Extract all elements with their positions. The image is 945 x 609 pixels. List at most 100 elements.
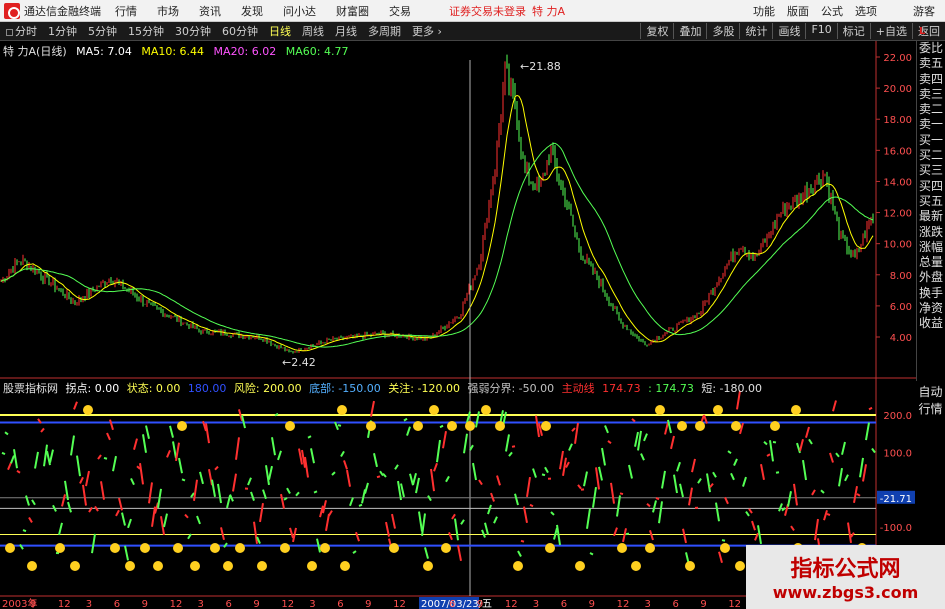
side-tab-1[interactable]: 卖五 xyxy=(917,56,945,71)
kline-chart[interactable]: 22.00 20.00 18.00 16.00 14.00 12.00 10.00 8.00 6… xyxy=(0,0,945,609)
side-tab-18[interactable]: 收益 xyxy=(917,316,945,331)
indicator-legend: 股票指标网 拐点: 0.00 状态: 0.00 180.00 风险: 200.0… xyxy=(3,380,766,396)
side-tab-5[interactable]: 卖一 xyxy=(917,117,945,132)
side-tab-2[interactable]: 卖四 xyxy=(917,72,945,87)
bottom-signal-dot xyxy=(320,543,330,553)
time-axis-label: 6 xyxy=(114,599,120,609)
side-tab-15[interactable]: 外盘 xyxy=(917,270,945,285)
ma60-line xyxy=(0,142,874,348)
oscillator-segment xyxy=(220,527,225,541)
bottom-signal-dot xyxy=(307,561,317,571)
side-tab-16[interactable]: 换手 xyxy=(917,286,945,301)
oscillator-segment xyxy=(454,518,459,541)
oscillator-segment xyxy=(442,430,447,449)
oscillator-segment xyxy=(391,513,396,529)
oscillator-segment xyxy=(448,531,453,541)
oscillator-segment xyxy=(436,439,441,463)
oscillator-segment xyxy=(850,532,855,538)
oscillator-segment xyxy=(655,497,660,501)
oscillator-segment xyxy=(676,461,681,472)
time-axis-label: 12 xyxy=(170,599,183,609)
oscillator-segment xyxy=(403,417,408,422)
oscillator-segment xyxy=(790,525,795,532)
oscillator-segment xyxy=(823,510,828,521)
indicator-name[interactable]: 股票指标网 xyxy=(3,382,58,395)
time-axis-label: 3 xyxy=(86,599,92,609)
oscillator-segment xyxy=(169,425,174,438)
oscillator-segment xyxy=(610,482,615,504)
oscillator-segment xyxy=(100,481,105,500)
oscillator-segment xyxy=(10,455,15,464)
top-signal-dot xyxy=(429,405,439,415)
side-tab-17[interactable]: 净资 xyxy=(917,301,945,316)
oscillator-segment xyxy=(598,466,603,481)
oscillator-segment xyxy=(793,483,798,506)
oscillator-segment xyxy=(439,424,444,429)
oscillator-segment xyxy=(796,442,801,454)
oscillator-segment xyxy=(844,474,849,482)
side-tab-3[interactable]: 卖三 xyxy=(917,87,945,102)
side-tab-12[interactable]: 涨跌 xyxy=(917,225,945,240)
ind-short: 短: -180.00 xyxy=(701,382,762,395)
side-tab-11[interactable]: 最新 xyxy=(917,209,945,224)
oscillator-segment xyxy=(127,518,132,529)
side-tab-13[interactable]: 涨幅 xyxy=(917,240,945,255)
price-axis-label: 6.00 xyxy=(890,302,912,313)
top-signal-dot xyxy=(366,421,376,431)
oscillator-segment xyxy=(619,492,624,496)
oscillator-segment xyxy=(475,411,480,428)
oscillator-segment xyxy=(142,434,147,453)
time-axis-label: 6 xyxy=(449,599,455,609)
side-tab-6[interactable]: 买一 xyxy=(917,133,945,148)
side-tab-14[interactable]: 总量 xyxy=(917,255,945,270)
oscillator-segment xyxy=(199,471,204,485)
side-tab-9[interactable]: 买四 xyxy=(917,179,945,194)
ind-value-10: : 174.73 xyxy=(648,382,694,395)
side-tab2-0[interactable]: 自动 xyxy=(916,384,945,401)
side-tab-7[interactable]: 买二 xyxy=(917,148,945,163)
oscillator-segment xyxy=(286,487,291,495)
oscillator-segment xyxy=(463,433,468,454)
oscillator-segment xyxy=(340,450,345,457)
oscillator-segment xyxy=(664,422,669,435)
oscillator-segment xyxy=(373,453,378,468)
oscillator-segment xyxy=(295,491,300,497)
side-tab-8[interactable]: 买三 xyxy=(917,163,945,178)
oscillator-segment xyxy=(58,522,63,536)
oscillator-segment xyxy=(682,528,687,544)
ind-risk: 风险: 200.00 xyxy=(233,382,302,395)
oscillator-segment xyxy=(358,503,363,507)
oscillator-segment xyxy=(445,475,450,483)
bottom-signal-dot xyxy=(210,543,220,553)
side-tab2-1[interactable]: 行情 xyxy=(916,401,945,418)
oscillator-segment xyxy=(787,491,792,507)
oscillator-segment xyxy=(709,483,714,488)
time-axis-label: 12 xyxy=(505,599,518,609)
bottom-signal-dot xyxy=(140,543,150,553)
oscillator-segment xyxy=(541,473,546,477)
side-tab-10[interactable]: 买五 xyxy=(917,194,945,209)
oscillator-segment xyxy=(346,469,351,487)
oscillator-segment xyxy=(829,452,834,463)
oscillator-segment xyxy=(604,425,609,434)
oscillator-segment xyxy=(583,471,588,487)
ma60-value: MA60: 4.77 xyxy=(285,45,349,58)
side-tab-0[interactable]: 委比 xyxy=(917,41,945,56)
top-signal-dot xyxy=(770,421,780,431)
oscillator-segment xyxy=(646,503,651,508)
oscillator-segment xyxy=(820,489,825,494)
top-signal-dot xyxy=(495,421,505,431)
indicator-axis-label: 200.0 xyxy=(883,411,912,422)
oscillator-segment xyxy=(394,464,399,470)
oscillator-segment xyxy=(145,425,150,439)
ind-turning-point: 拐点: 0.00 xyxy=(65,382,120,395)
oscillator-segment xyxy=(46,450,51,466)
time-axis-label: 12 xyxy=(617,599,630,609)
top-signal-dot xyxy=(695,421,705,431)
time-axis-label: 9 xyxy=(142,599,148,609)
oscillator-segment xyxy=(550,511,555,516)
oscillator-segment xyxy=(16,469,21,474)
bottom-signal-dot xyxy=(340,561,350,571)
side-tab-4[interactable]: 卖二 xyxy=(917,102,945,117)
oscillator-segment xyxy=(481,529,486,538)
